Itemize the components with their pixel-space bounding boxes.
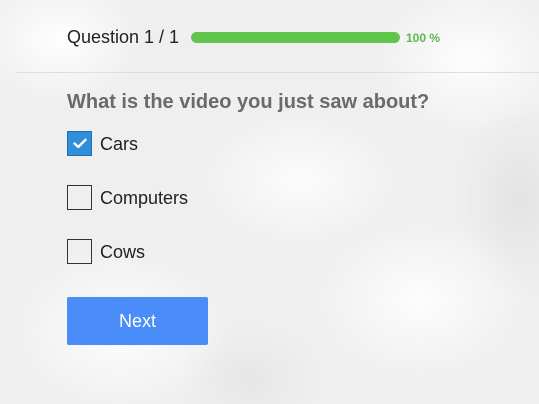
progress-percent-label: 100 % xyxy=(406,31,441,45)
progress-bar xyxy=(191,32,400,43)
option-computers[interactable]: Computers xyxy=(67,184,188,211)
option-cows-label: Cows xyxy=(100,241,146,262)
option-computers-label: Computers xyxy=(100,187,189,208)
option-cars-label: Cars xyxy=(100,133,139,154)
option-cars-checkbox[interactable] xyxy=(67,131,92,156)
quiz-panel: Question 1 / 1 100 % What is the video y… xyxy=(0,0,539,404)
option-cars[interactable]: Cars xyxy=(67,130,138,157)
progress-bar-fill xyxy=(191,32,400,43)
quiz-header: Question 1 / 1 100 % xyxy=(0,0,539,72)
question-text: What is the video you just saw about? xyxy=(67,91,430,113)
check-icon xyxy=(72,138,87,149)
question-counter: Question 1 / 1 xyxy=(67,27,180,47)
option-cows[interactable]: Cows xyxy=(67,238,145,265)
option-cows-checkbox[interactable] xyxy=(67,239,92,264)
next-button[interactable]: Next xyxy=(67,297,208,345)
option-computers-checkbox[interactable] xyxy=(67,185,92,210)
header-divider xyxy=(16,72,539,73)
